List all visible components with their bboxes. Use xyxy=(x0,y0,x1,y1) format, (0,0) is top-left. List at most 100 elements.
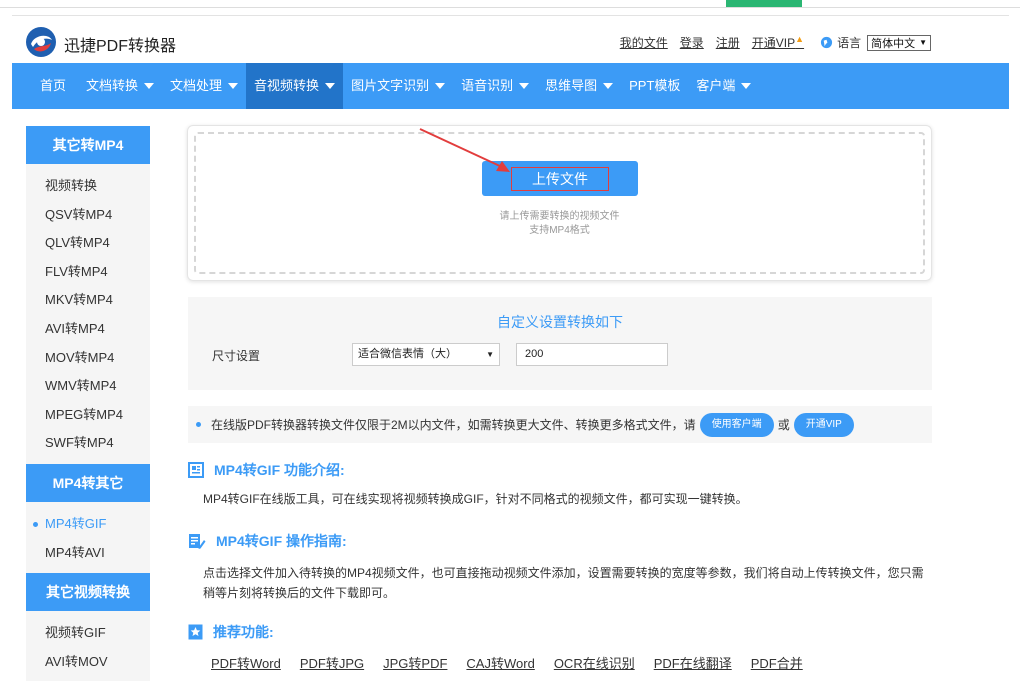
xunjie-logo-icon[interactable] xyxy=(24,25,58,59)
language-select[interactable]: 简体中文 ▼ xyxy=(867,34,931,51)
nav-item-label: 图片文字识别 xyxy=(351,78,430,93)
open-vip-button[interactable]: 开通VIP xyxy=(793,412,854,437)
caret-down-icon xyxy=(435,83,446,89)
vip-link[interactable]: 开通VIP▲ xyxy=(752,34,804,51)
login-link[interactable]: 登录 xyxy=(680,34,704,51)
sidebar-item[interactable]: FLV转MP4 xyxy=(26,258,150,287)
sidebar-item[interactable]: AVI转MP4 xyxy=(26,315,150,344)
chevron-down-icon: ▼ xyxy=(919,38,927,47)
sidebar-group-list: MP4转GIF MP4转AVI xyxy=(26,501,150,574)
sidebar-item[interactable]: QSV转MP4 xyxy=(26,201,150,230)
sidebar-item[interactable]: MP4转GIF xyxy=(26,510,150,539)
nav-item-label: 客户端 xyxy=(696,78,736,93)
use-client-button[interactable]: 使用客户端 xyxy=(699,412,774,437)
upload-dropzone[interactable] xyxy=(194,132,925,274)
sidebar-group-list: 视频转GIF AVI转MOV xyxy=(26,611,150,681)
caret-down-icon xyxy=(519,83,530,89)
top-links: 我的文件 登录 注册 开通VIP▲ 语言 简体中文 ▼ xyxy=(608,34,931,51)
sidebar-group-title[interactable]: MP4转其它 xyxy=(26,463,150,502)
sidebar-item[interactable]: WMV转MP4 xyxy=(26,372,150,401)
recommend-link[interactable]: OCR在线识别 xyxy=(554,653,635,672)
notice-text: 在线版PDF转换器转换文件仅限于2M以内文件，如需转换更大文件、转换更多格式文件… xyxy=(211,418,696,432)
sidebar-item[interactable]: SWF转MP4 xyxy=(26,429,150,458)
caret-down-icon xyxy=(325,83,336,89)
nav-item-label: 语音识别 xyxy=(461,78,514,93)
nav-item-2[interactable]: 文档处理 xyxy=(162,63,246,109)
sidebar-group-title[interactable]: 其它转MP4 xyxy=(26,126,150,164)
register-link[interactable]: 注册 xyxy=(716,34,740,51)
nav-item-label: 音视频转换 xyxy=(254,78,320,93)
main-nav: 首页 文档转换 文档处理 音视频转换 图片文字识别 语音识别 思维导图 PPT模板 客户端 xyxy=(12,63,1009,109)
upload-file-button-label: 上传文件 xyxy=(511,167,609,191)
notice-bar: 在线版PDF转换器转换文件仅限于2M以内文件，如需转换更大文件、转换更多格式文件… xyxy=(188,406,932,443)
sidebar-item[interactable]: AVI转MOV xyxy=(26,648,150,677)
sidebar-group-list: 视频转换 QSV转MP4 QLV转MP4 FLV转MP4 MKV转MP4 AVI转MP4 M… xyxy=(26,164,150,464)
sidebar-item[interactable]: MPEG转MP4 xyxy=(26,401,150,430)
caret-down-icon xyxy=(603,83,614,89)
chevron-down-icon: ▼ xyxy=(486,350,494,359)
top-strip xyxy=(0,0,1020,8)
recommend-star-icon xyxy=(188,624,203,640)
intro-doc-icon xyxy=(188,462,204,478)
upload-hint-line2: 支持MP4格式 xyxy=(529,225,590,236)
nav-item-6[interactable]: 思维导图 xyxy=(537,63,621,109)
recommend-link[interactable]: JPG转PDF xyxy=(383,653,447,672)
recommend-link[interactable]: PDF转JPG xyxy=(300,653,364,672)
caret-down-icon xyxy=(228,83,239,89)
settings-title: 自定义设置转换如下 xyxy=(497,314,623,330)
nav-item-label: PPT模板 xyxy=(629,78,681,93)
nav-item-label: 首页 xyxy=(40,78,67,93)
nav-item-3[interactable]: 音视频转换 xyxy=(246,63,344,109)
language-switcher: 语言 简体中文 ▼ xyxy=(820,34,931,51)
intro-title: MP4转GIF 功能介绍: xyxy=(214,462,345,478)
recommend-link[interactable]: PDF合并 xyxy=(751,653,803,672)
sidebar-item[interactable]: 视频转换 xyxy=(26,172,150,201)
sidebar-item[interactable]: 视频转GIF xyxy=(26,619,150,648)
size-value-input[interactable]: 200 xyxy=(516,343,668,366)
brand-name[interactable]: 迅捷PDF转换器 xyxy=(64,32,176,56)
nav-item-5[interactable]: 语音识别 xyxy=(453,63,537,109)
nav-item-1[interactable]: 文档转换 xyxy=(78,63,162,109)
recommend-links: PDF转Word PDF转JPG JPG转PDF CAJ转Word OCR在线识别 PDF… xyxy=(211,653,822,672)
recommend-link[interactable]: CAJ转Word xyxy=(466,653,534,672)
intro-text: MP4转GIF在线版工具，可在线实现将视频转换成GIF，针对不同格式的视频文件，… xyxy=(203,492,748,506)
caret-down-icon xyxy=(741,83,752,89)
size-setting-label: 尺寸设置 xyxy=(212,349,261,363)
fire-icon: ▲ xyxy=(795,34,805,44)
sidebar-item[interactable]: MKV转MP4 xyxy=(26,286,150,315)
nav-item-8[interactable]: 客户端 xyxy=(688,63,759,109)
globe-icon xyxy=(820,36,833,49)
header-divider xyxy=(12,15,1009,16)
caret-down-icon xyxy=(144,83,155,89)
notice-or: 或 xyxy=(777,418,790,432)
sidebar-item[interactable]: MOV转MP4 xyxy=(26,344,150,373)
nav-item-0[interactable]: 首页 xyxy=(12,63,78,109)
sidebar-group-title[interactable]: 其它视频转换 xyxy=(26,573,150,612)
nav-item-label: 思维导图 xyxy=(545,78,598,93)
upload-hint: 请上传需要转换的视频文件 支持MP4格式 xyxy=(188,210,931,238)
guide-edit-icon xyxy=(189,534,206,549)
bullet-dot xyxy=(196,422,201,427)
intro-heading: MP4转GIF 功能介绍: xyxy=(188,460,345,480)
my-files-link[interactable]: 我的文件 xyxy=(620,34,668,51)
guide-title: MP4转GIF 操作指南: xyxy=(216,533,347,549)
sidebar-item[interactable]: MP4转AVI xyxy=(26,539,150,568)
settings-panel: 自定义设置转换如下 尺寸设置 适合微信表情（大） ▼ 200 xyxy=(188,297,932,390)
guide-heading: MP4转GIF 操作指南: xyxy=(188,531,347,551)
top-green-tab xyxy=(726,0,802,7)
size-preset-select[interactable]: 适合微信表情（大） ▼ xyxy=(352,343,500,366)
sidebar: 其它转MP4 视频转换 QSV转MP4 QLV转MP4 FLV转MP4 MKV转MP4 AV… xyxy=(26,126,150,681)
recommend-heading: 推荐功能: xyxy=(188,622,274,642)
recommend-link[interactable]: PDF在线翻译 xyxy=(654,653,732,672)
nav-item-4[interactable]: 图片文字识别 xyxy=(343,63,453,109)
upload-panel[interactable]: 上传文件 请上传需要转换的视频文件 支持MP4格式 xyxy=(187,125,932,281)
recommend-link[interactable]: PDF转Word xyxy=(211,653,281,672)
sidebar-item[interactable]: QLV转MP4 xyxy=(26,229,150,258)
language-select-value: 简体中文 xyxy=(871,37,916,50)
size-preset-value: 适合微信表情（大） xyxy=(358,348,457,360)
recommend-title: 推荐功能: xyxy=(213,624,274,640)
nav-item-7[interactable]: PPT模板 xyxy=(621,63,688,109)
nav-item-label: 文档处理 xyxy=(170,78,223,93)
upload-file-button[interactable]: 上传文件 xyxy=(482,161,638,196)
language-label: 语言 xyxy=(837,36,862,50)
